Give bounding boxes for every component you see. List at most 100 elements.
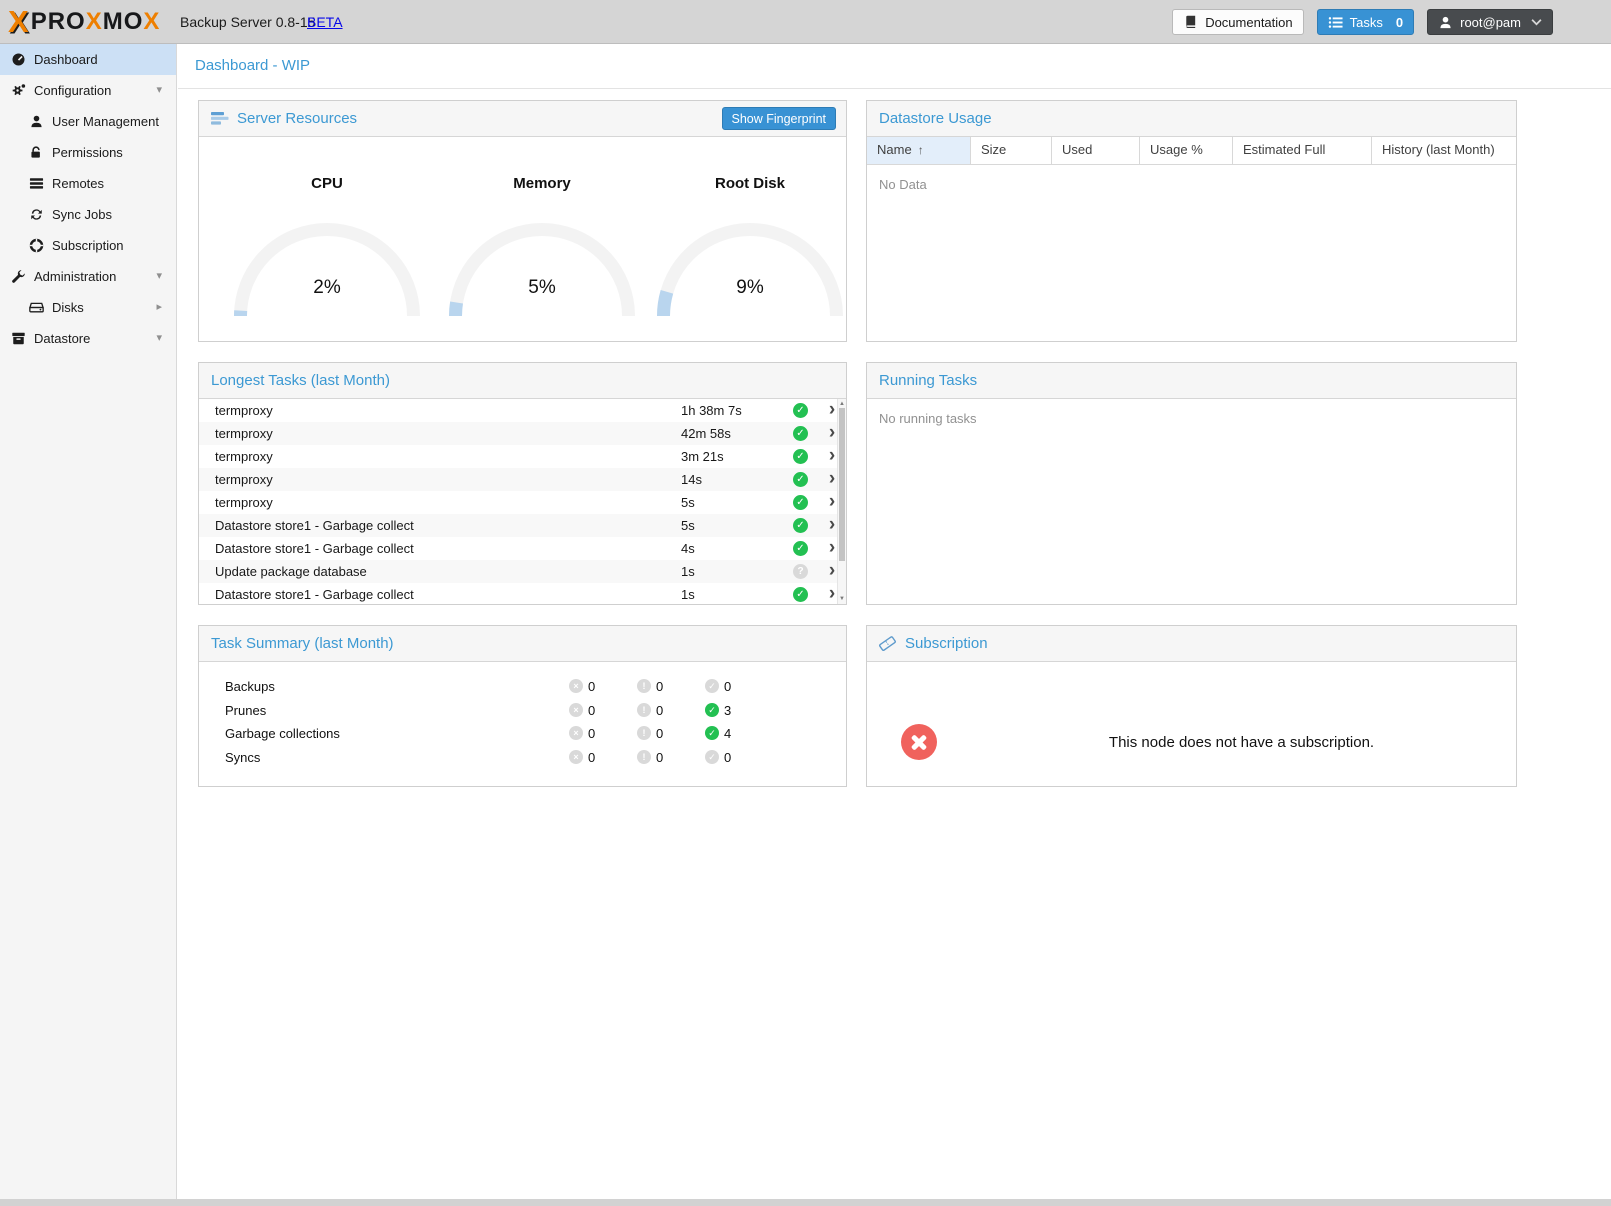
task-row[interactable]: termproxy5s✓› bbox=[199, 491, 837, 514]
scroll-down-arrow-icon[interactable]: ▼ bbox=[838, 595, 846, 603]
column-label: Size bbox=[981, 142, 1006, 157]
column-header-estimated-full[interactable]: Estimated Full bbox=[1233, 137, 1372, 164]
sidebar-item-label: Administration bbox=[34, 269, 116, 284]
column-header-usage[interactable]: Usage % bbox=[1140, 137, 1233, 164]
horizontal-scrollbar-track[interactable] bbox=[0, 1199, 1611, 1206]
panel-title: Task Summary (last Month) bbox=[211, 635, 394, 652]
tasks-button[interactable]: Tasks 0 bbox=[1317, 9, 1414, 35]
scroll-up-arrow-icon[interactable]: ▲ bbox=[838, 400, 846, 408]
panel-title: Server Resources bbox=[237, 110, 357, 127]
task-name: Datastore store1 - Garbage collect bbox=[215, 514, 414, 537]
panel-header: Server Resources Show Fingerprint bbox=[199, 101, 846, 137]
content-titlebar: Dashboard - WIP bbox=[178, 44, 1611, 89]
gears-icon bbox=[10, 83, 26, 99]
summary-count-error: 0 bbox=[588, 726, 595, 741]
summary-count-warning: 0 bbox=[656, 703, 663, 718]
sidebar-item-label: Sync Jobs bbox=[52, 207, 112, 222]
circle-check-icon: ✓ bbox=[705, 679, 719, 693]
beta-link[interactable]: BETA bbox=[307, 0, 343, 44]
task-row[interactable]: termproxy14s✓› bbox=[199, 468, 837, 491]
task-duration: 1h 38m 7s bbox=[681, 399, 742, 422]
column-header-name[interactable]: Name↑ bbox=[867, 137, 971, 164]
task-summary-row-prunes: Prunes×0!0✓3 bbox=[199, 699, 846, 723]
task-row[interactable]: Datastore store1 - Garbage collect4s✓› bbox=[199, 537, 837, 560]
status-ok-icon: ✓ bbox=[793, 518, 808, 533]
task-duration: 1s bbox=[681, 560, 695, 583]
task-summary-row-garbage-collections: Garbage collections×0!0✓4 bbox=[199, 722, 846, 746]
no-running-tasks-text: No running tasks bbox=[867, 399, 1516, 426]
show-fingerprint-button[interactable]: Show Fingerprint bbox=[722, 107, 837, 130]
circle-check-icon: ✓ bbox=[705, 726, 719, 740]
column-label: History (last Month) bbox=[1382, 142, 1495, 157]
no-data-text: No Data bbox=[867, 165, 1516, 192]
user-menu-button[interactable]: root@pam bbox=[1427, 9, 1553, 35]
task-name: termproxy bbox=[215, 445, 273, 468]
gauge-value: 5% bbox=[449, 277, 635, 299]
task-row[interactable]: Update package database1s?› bbox=[199, 560, 837, 583]
sidebar-item-sync-jobs[interactable]: Sync Jobs bbox=[0, 199, 176, 230]
status-ok-icon: ✓ bbox=[793, 472, 808, 487]
sidebar-item-disks[interactable]: Disks▸ bbox=[0, 292, 176, 323]
subscription-panel: Subscription This node does not have a s… bbox=[866, 625, 1517, 787]
task-row[interactable]: Datastore store1 - Garbage collect1s✓› bbox=[199, 583, 837, 604]
circle-exclamation-icon: ! bbox=[637, 703, 651, 717]
gauge-title: Memory bbox=[449, 175, 635, 192]
task-name: Datastore store1 - Garbage collect bbox=[215, 583, 414, 604]
no-subscription-x-icon bbox=[901, 724, 937, 760]
panel-header: Datastore Usage bbox=[867, 101, 1516, 137]
column-header-history-last-month[interactable]: History (last Month) bbox=[1372, 137, 1516, 164]
panel-title: Subscription bbox=[905, 635, 988, 652]
sidebar-item-remotes[interactable]: Remotes bbox=[0, 168, 176, 199]
summary-count-error: 0 bbox=[588, 750, 595, 765]
documentation-button[interactable]: Documentation bbox=[1172, 9, 1303, 35]
circle-check-icon: ✓ bbox=[705, 750, 719, 764]
longest-tasks-body: termproxy1h 38m 7s✓›termproxy42m 58s✓›te… bbox=[199, 399, 846, 604]
user-icon bbox=[28, 114, 44, 130]
task-duration: 14s bbox=[681, 468, 702, 491]
sidebar-item-user-management[interactable]: User Management bbox=[0, 106, 176, 137]
button-label: Tasks bbox=[1350, 15, 1383, 30]
status-ok-icon: ✓ bbox=[793, 541, 808, 556]
lifering-icon bbox=[28, 238, 44, 254]
task-summary-rows: Backups×0!0✓0Prunes×0!0✓3Garbage collect… bbox=[199, 675, 846, 769]
task-row[interactable]: Datastore store1 - Garbage collect5s✓› bbox=[199, 514, 837, 537]
sidebar-item-datastore[interactable]: Datastore▾ bbox=[0, 323, 176, 354]
sort-asc-icon: ↑ bbox=[918, 143, 924, 157]
ticket-icon bbox=[879, 636, 897, 651]
task-row[interactable]: termproxy3m 21s✓› bbox=[199, 445, 837, 468]
summary-count-ok: 0 bbox=[724, 750, 731, 765]
gauge-memory: Memory 5% bbox=[449, 137, 635, 341]
gauge-value: 9% bbox=[657, 277, 843, 299]
summary-label: Garbage collections bbox=[225, 726, 340, 741]
sidebar-item-label: Dashboard bbox=[34, 52, 98, 67]
task-duration: 5s bbox=[681, 514, 695, 537]
gauge-cpu: CPU2% bbox=[234, 137, 420, 341]
task-name: Update package database bbox=[215, 560, 367, 583]
column-header-size[interactable]: Size bbox=[971, 137, 1052, 164]
summary-count-warning: 0 bbox=[656, 726, 663, 741]
summary-count-ok: 3 bbox=[724, 703, 731, 718]
task-row[interactable]: termproxy1h 38m 7s✓› bbox=[199, 399, 837, 422]
sidebar-item-label: Disks bbox=[52, 300, 84, 315]
sidebar-item-subscription[interactable]: Subscription bbox=[0, 230, 176, 261]
summary-count-ok: 0 bbox=[724, 679, 731, 694]
sidebar-item-permissions[interactable]: Permissions bbox=[0, 137, 176, 168]
wrench-icon bbox=[10, 269, 26, 285]
summary-count-error: 0 bbox=[588, 679, 595, 694]
task-list: termproxy1h 38m 7s✓›termproxy42m 58s✓›te… bbox=[199, 399, 837, 604]
vertical-scrollbar: ▲ ▼ bbox=[837, 399, 846, 604]
sidebar-item-label: Configuration bbox=[34, 83, 111, 98]
sidebar-item-configuration[interactable]: Configuration▾ bbox=[0, 75, 176, 106]
panel-header: Running Tasks bbox=[867, 363, 1516, 399]
column-header-used[interactable]: Used bbox=[1052, 137, 1140, 164]
column-label: Estimated Full bbox=[1243, 142, 1325, 157]
speedometer-icon bbox=[10, 52, 26, 68]
summary-count-warning: 0 bbox=[656, 750, 663, 765]
sidebar-item-administration[interactable]: Administration▾ bbox=[0, 261, 176, 292]
sidebar: Dashboard Configuration▾User ManagementPe… bbox=[0, 44, 177, 1199]
running-tasks-panel: Running Tasks No running tasks bbox=[866, 362, 1517, 605]
user-icon bbox=[1438, 15, 1453, 30]
scrollbar-thumb[interactable] bbox=[839, 408, 845, 561]
sidebar-item-dashboard[interactable]: Dashboard bbox=[0, 44, 176, 75]
task-row[interactable]: termproxy42m 58s✓› bbox=[199, 422, 837, 445]
